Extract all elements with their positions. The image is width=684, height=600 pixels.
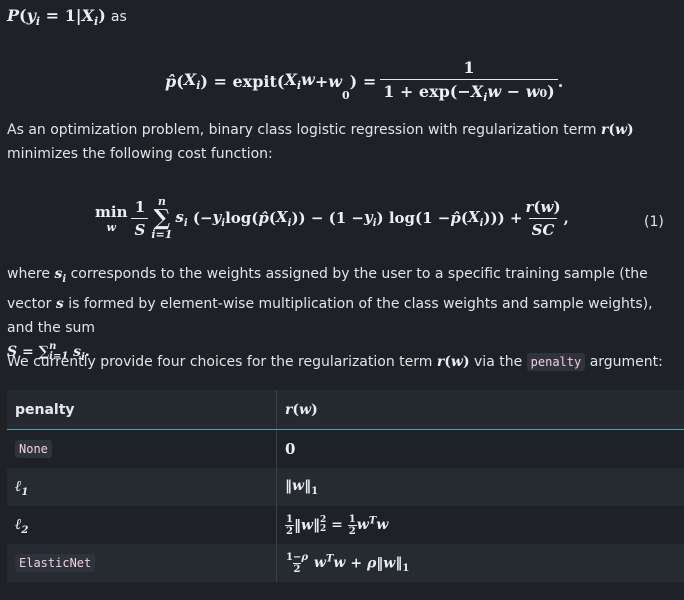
penalty-table: penalty r(w) None 0 ℓ1 ‖w‖1 ℓ2 1 2 ‖w‖ 2 2 =… <box>7 390 684 582</box>
penalty-cell: ℓ2 <box>15 514 29 536</box>
choices-paragraph: We currently provide four choices for th… <box>7 353 663 371</box>
probability-expression-line: P(yi = 1|Xi) as <box>7 6 127 29</box>
table-header-row: penalty r(w) <box>7 390 684 430</box>
table-row: None 0 <box>7 429 684 469</box>
table-row: ℓ1 ‖w‖1 <box>7 468 684 506</box>
header-r-w: r(w) <box>276 390 684 430</box>
expit-equation: p̂(Xi) = expit(Xiw + w 0) = 1 1 + exp(−Xi… <box>165 58 564 105</box>
header-penalty: penalty <box>7 390 277 430</box>
penalty-code: penalty <box>526 353 586 371</box>
penalty-cell: ℓ1 <box>15 476 29 498</box>
optimization-paragraph: As an optimization problem, binary class… <box>7 122 634 162</box>
equation-number: (1) <box>644 214 664 230</box>
value-cell: 1 2 ‖w‖ 2 2 = 1 2 wTw <box>276 506 684 544</box>
cost-function-equation: min w 1S n ∑ i=1 si (− yi log(p̂(Xi)) − (1 −… <box>95 195 569 241</box>
table-row: ℓ2 1 2 ‖w‖ 2 2 = 1 2 wTw <box>7 506 684 544</box>
value-cell: ‖w‖1 <box>276 468 684 506</box>
penalty-cell: ElasticNet <box>7 544 277 582</box>
value-cell: 1−ρ 2 wTw + ρ‖w‖1 <box>276 544 684 582</box>
as-text: as <box>110 9 127 25</box>
table-row: ElasticNet 1−ρ 2 wTw + ρ‖w‖1 <box>7 544 684 582</box>
penalty-cell: None <box>7 430 277 469</box>
value-cell: 0 <box>276 429 684 468</box>
